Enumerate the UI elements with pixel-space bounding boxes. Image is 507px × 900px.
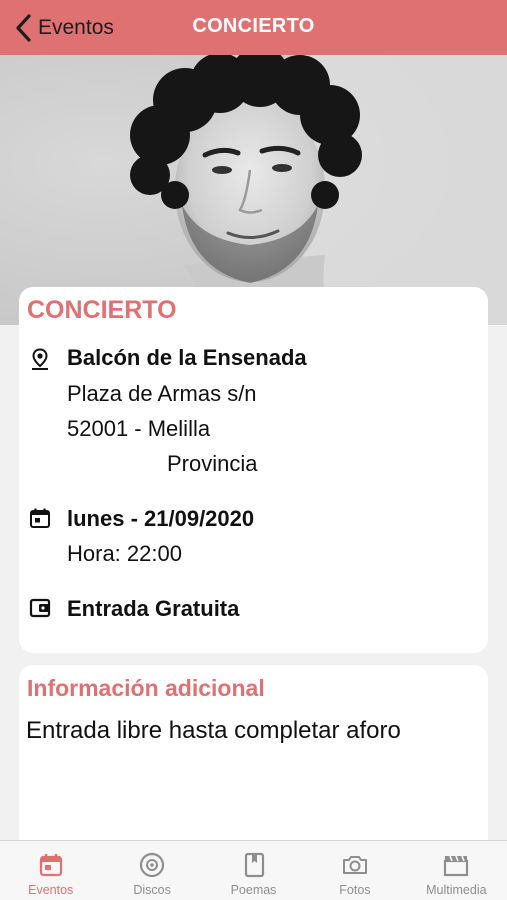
info-heading: Información adicional (27, 675, 265, 701)
calendar-icon (39, 854, 62, 877)
tab-multimedia[interactable]: Multimedia (406, 841, 507, 900)
tab-label: Discos (133, 883, 171, 897)
tab-eventos[interactable]: Eventos (0, 841, 101, 900)
venue-postal-city: 52001 - Melilla (67, 416, 211, 441)
entry-price: Entrada Gratuita (67, 596, 240, 621)
tab-poemas[interactable]: Poemas (203, 841, 304, 900)
artist-photo (0, 55, 507, 325)
event-time: Hora: 22:00 (67, 541, 182, 566)
location-pin-icon (32, 348, 48, 370)
page-title: CONCIERTO (192, 15, 315, 37)
calendar-icon (30, 508, 50, 528)
film-icon (444, 855, 469, 877)
tab-label: Poemas (230, 883, 277, 897)
venue-province: Provincia (167, 451, 258, 476)
info-text: Entrada libre hasta completar aforo (26, 717, 401, 744)
tab-fotos[interactable]: Fotos (304, 841, 405, 900)
event-heading: CONCIERTO (27, 296, 177, 324)
tab-label: Fotos (339, 883, 371, 897)
tab-bar: Eventos Discos Poemas Fotos Multimedia (0, 840, 507, 900)
venue-address: Plaza de Armas s/n (67, 381, 257, 406)
camera-icon (342, 856, 367, 874)
navigation-bar: Eventos CONCIERTO (0, 0, 507, 55)
tab-discos[interactable]: Discos (101, 841, 202, 900)
venue-name: Balcón de la Ensenada (67, 345, 307, 370)
additional-info-card: Información adicional Entrada libre hast… (19, 665, 488, 845)
tab-label: Multimedia (426, 883, 487, 897)
book-icon (244, 852, 264, 878)
disc-icon (140, 852, 165, 878)
event-details-card: CONCIERTO Balcón de la Ensenada Plaza de… (19, 287, 488, 653)
tab-label: Eventos (28, 883, 74, 897)
wallet-icon (29, 598, 51, 618)
event-date: lunes - 21/09/2020 (67, 506, 255, 531)
